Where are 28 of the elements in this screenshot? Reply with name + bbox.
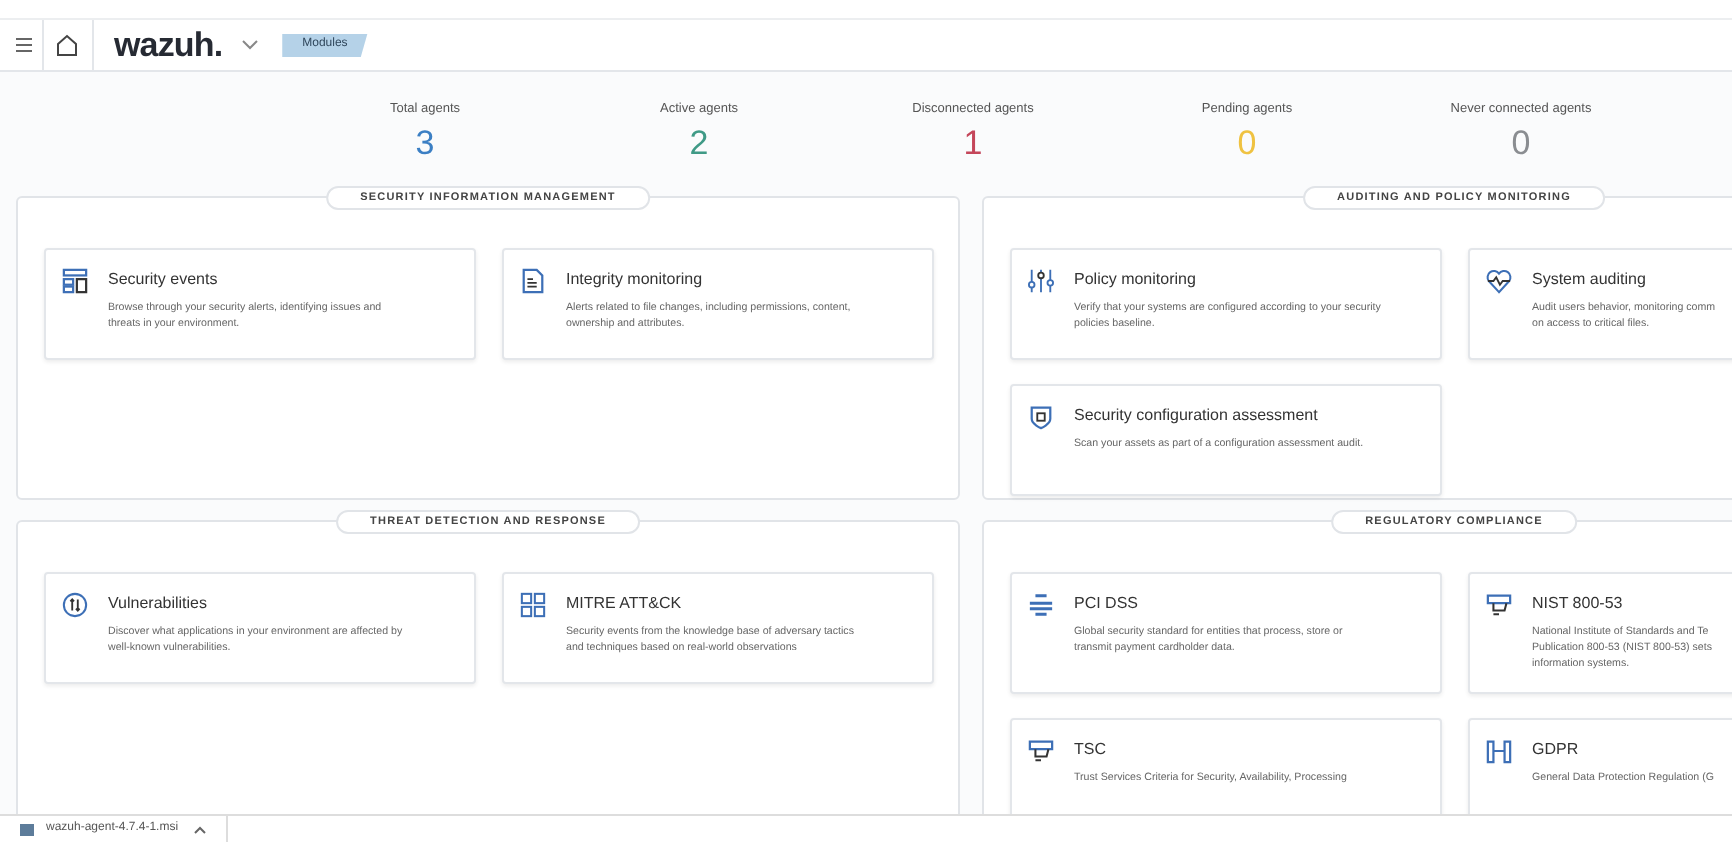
card-title: PCI DSS — [1074, 592, 1141, 614]
stack-icon — [1028, 592, 1054, 618]
grid-icon — [520, 592, 546, 618]
card-title: NIST 800-53 — [1532, 592, 1625, 614]
card-title: MITRE ATT&CK — [566, 592, 684, 614]
stat-value[interactable]: 1 — [963, 123, 983, 164]
card-title: Integrity monitoring — [566, 268, 705, 290]
monitor-icon — [1486, 592, 1512, 618]
chevron-up-icon[interactable] — [194, 825, 207, 833]
heart-pulse-icon — [1486, 268, 1512, 294]
monitor-icon — [1028, 738, 1054, 764]
columns-icon — [1486, 738, 1512, 764]
wazuh-logo[interactable]: wazuh. — [114, 28, 223, 62]
card-title: System auditing — [1532, 268, 1648, 290]
card-title: Security configuration assessment — [1074, 404, 1320, 426]
card-title: Vulnerabilities — [108, 592, 210, 614]
card-title: Security events — [108, 268, 220, 290]
home-icon[interactable] — [56, 34, 78, 56]
card-title: GDPR — [1532, 738, 1581, 760]
document-icon — [520, 268, 546, 294]
layout-icon — [62, 268, 88, 294]
chevron-down-icon[interactable] — [242, 40, 259, 50]
sliders-icon — [1028, 268, 1054, 294]
shield-icon — [1028, 404, 1054, 430]
menu-icon[interactable] — [16, 38, 32, 52]
card-title: Policy monitoring — [1074, 268, 1198, 290]
card-title: TSC — [1074, 738, 1108, 760]
stat-value[interactable]: 3 — [415, 123, 435, 164]
